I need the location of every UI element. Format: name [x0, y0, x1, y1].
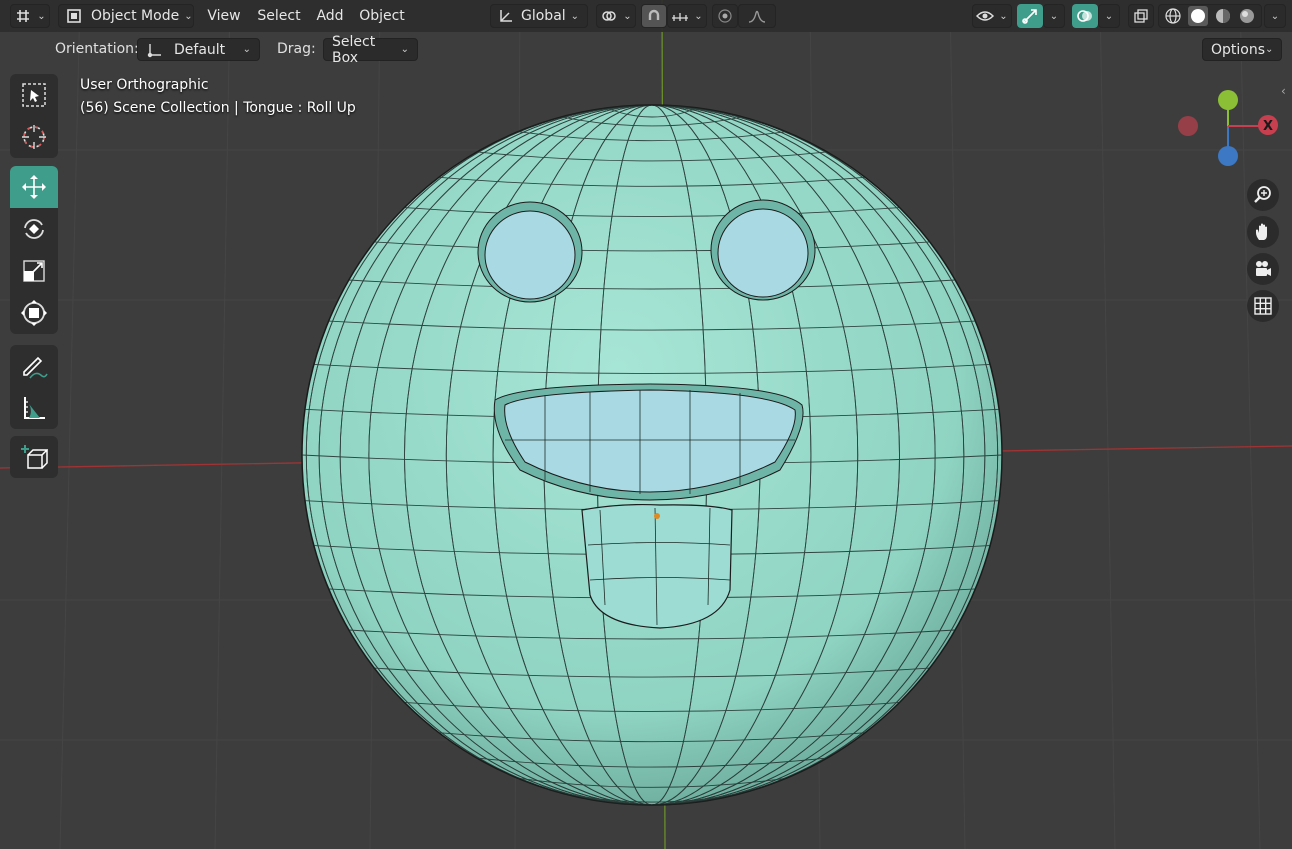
- add-cube-icon: [20, 443, 48, 471]
- pivot-point-dropdown[interactable]: ⌄: [596, 4, 636, 28]
- material-shading-icon[interactable]: [1214, 7, 1232, 25]
- snap-increment-icon: [671, 9, 689, 23]
- tool-move[interactable]: [10, 166, 58, 208]
- proportional-edit-toggle[interactable]: [712, 4, 738, 28]
- orientation-setting-value: Default: [174, 41, 226, 58]
- orientation-icon: [497, 8, 513, 24]
- zoom-button[interactable]: [1247, 179, 1279, 211]
- proportional-edit-icon: [718, 9, 732, 23]
- select-box-icon: [20, 81, 48, 109]
- measure-icon: [20, 394, 48, 422]
- tool-cursor[interactable]: [10, 116, 58, 158]
- chevron-down-icon: ⌄: [1265, 44, 1274, 55]
- chevron-down-icon: ⌄: [694, 10, 703, 22]
- editor-type-button[interactable]: ⌄: [10, 4, 50, 28]
- chevron-down-icon: ⌄: [1049, 10, 1059, 22]
- snap-toggle[interactable]: [641, 4, 667, 28]
- view-name: User Orthographic: [80, 77, 209, 93]
- editor-type-icon: [14, 7, 32, 25]
- proportional-falloff-dropdown[interactable]: [738, 4, 776, 28]
- tool-scale[interactable]: [10, 250, 58, 292]
- tool-transform[interactable]: [10, 292, 58, 334]
- transform-icon: [20, 299, 48, 327]
- pan-hand-icon: [1253, 222, 1273, 242]
- zoom-icon: [1253, 185, 1273, 205]
- chevron-down-icon: ⌄: [1104, 10, 1114, 22]
- mode-dropdown[interactable]: Object Mode ⌄: [58, 4, 194, 28]
- navigation-gizmo[interactable]: X: [1170, 80, 1285, 172]
- rotate-icon: [20, 215, 48, 243]
- scale-icon: [20, 257, 48, 285]
- overlay-toggle[interactable]: [1072, 4, 1098, 28]
- tool-select-box[interactable]: [10, 74, 58, 116]
- transform-orientation-dropdown[interactable]: Global ⌄: [490, 4, 588, 28]
- object-mode-icon: [65, 7, 83, 25]
- options-dropdown[interactable]: Options ⌄: [1202, 38, 1282, 61]
- rendered-shading-icon[interactable]: [1238, 7, 1256, 25]
- solid-shading-icon[interactable]: [1188, 6, 1208, 26]
- visibility-dropdown[interactable]: ⌄: [972, 4, 1012, 28]
- chevron-down-icon: ⌄: [242, 44, 251, 55]
- chevron-down-icon: ⌄: [999, 10, 1008, 22]
- orientation-label: Global: [521, 8, 566, 24]
- shading-dropdown[interactable]: ⌄: [1264, 4, 1286, 28]
- gizmo-dropdown[interactable]: ⌄: [1043, 4, 1065, 28]
- gizmo-toggle[interactable]: [1017, 4, 1043, 28]
- move-icon: [20, 173, 48, 201]
- y-axis-ball[interactable]: [1218, 90, 1238, 110]
- mode-label: Object Mode: [91, 8, 180, 24]
- z-axis-ball[interactable]: [1218, 146, 1238, 166]
- camera-icon: [1253, 259, 1273, 279]
- wireframe-shading-icon[interactable]: [1164, 7, 1182, 25]
- chevron-down-icon: ⌄: [400, 44, 409, 55]
- tool-add-cube[interactable]: [10, 436, 58, 478]
- gizmo-icon: [1021, 7, 1039, 25]
- tool-measure[interactable]: [10, 387, 58, 429]
- orientation-setting-label: Orientation:: [55, 41, 139, 57]
- xray-toggle[interactable]: [1128, 4, 1154, 28]
- sidebar-toggle-arrow[interactable]: ‹: [1281, 84, 1286, 98]
- grid-icon: [1253, 296, 1273, 316]
- tool-annotate[interactable]: [10, 345, 58, 387]
- orientation-icon: [146, 42, 162, 58]
- eye-icon: [976, 9, 995, 23]
- drag-setting-dropdown[interactable]: Select Box ⌄: [323, 34, 418, 66]
- options-label: Options: [1211, 41, 1266, 58]
- snap-target-dropdown[interactable]: ⌄: [667, 4, 707, 28]
- 3d-viewport[interactable]: [0, 0, 1292, 849]
- menu-select[interactable]: Select: [252, 4, 306, 28]
- drag-setting-value: Select Box: [332, 33, 376, 66]
- orientation-setting-dropdown[interactable]: Default ⌄: [137, 38, 260, 61]
- chevron-down-icon: ⌄: [184, 10, 193, 22]
- chevron-down-icon: ⌄: [1270, 10, 1280, 22]
- viewport-header: ⌄ Object Mode ⌄ View Select Add Object G…: [0, 0, 1292, 32]
- smiley-mesh: [301, 104, 1003, 806]
- toggle-ortho-button[interactable]: [1247, 290, 1279, 322]
- menu-view[interactable]: View: [202, 4, 246, 28]
- menu-add[interactable]: Add: [310, 4, 350, 28]
- camera-view-button[interactable]: [1247, 253, 1279, 285]
- xray-icon: [1133, 8, 1149, 24]
- chevron-down-icon: ⌄: [570, 10, 580, 22]
- viewport-grid: [0, 0, 1292, 849]
- falloff-curve-icon: [748, 9, 766, 23]
- cursor-icon: [20, 123, 48, 151]
- pivot-icon: [600, 7, 618, 25]
- drag-setting-label: Drag:: [277, 41, 316, 57]
- chevron-down-icon: ⌄: [37, 10, 46, 22]
- x-axis-label: X: [1263, 119, 1273, 134]
- snap-icon: [646, 8, 662, 24]
- menu-object[interactable]: Object: [354, 4, 410, 28]
- chevron-down-icon: ⌄: [623, 10, 632, 22]
- annotate-icon: [20, 352, 48, 380]
- overlay-dropdown[interactable]: ⌄: [1098, 4, 1120, 28]
- shading-mode-group: [1158, 4, 1262, 28]
- pan-button[interactable]: [1247, 216, 1279, 248]
- overlay-icon: [1076, 7, 1094, 25]
- neg-x-axis-ball[interactable]: [1178, 116, 1198, 136]
- tool-rotate[interactable]: [10, 208, 58, 250]
- scene-info: (56) Scene Collection | Tongue : Roll Up: [80, 100, 356, 116]
